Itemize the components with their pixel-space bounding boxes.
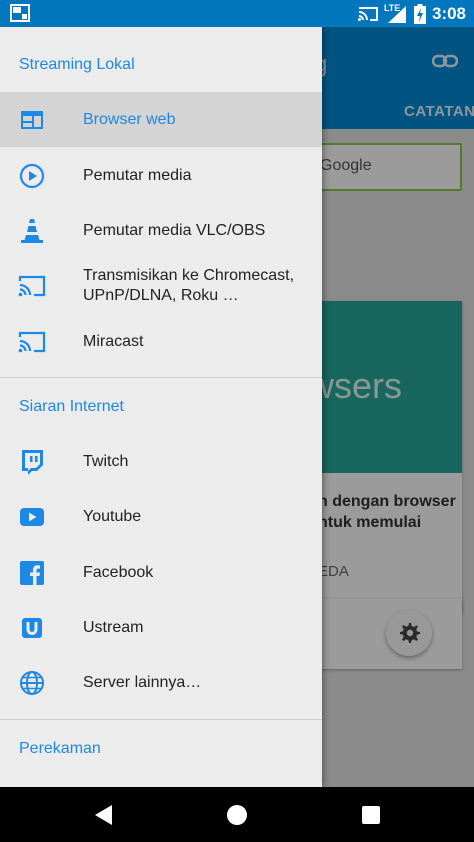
clock: 3:08 bbox=[431, 3, 466, 23]
drawer-item-label: Pemutar media VLC/OBS bbox=[83, 221, 266, 239]
globe-icon bbox=[18, 669, 46, 697]
section-divider bbox=[0, 377, 322, 378]
home-icon[interactable] bbox=[226, 804, 248, 826]
facebook-icon bbox=[18, 559, 46, 587]
drawer-item-label: Miracast bbox=[83, 332, 144, 350]
screen-mirror-icon bbox=[10, 4, 30, 22]
status-bar: LTE 3:08 bbox=[0, 0, 474, 27]
play-circle-icon bbox=[18, 162, 46, 190]
system-nav-bar bbox=[0, 787, 474, 842]
drawer-item-label: Pemutar media bbox=[83, 166, 192, 184]
drawer-item-label: Server lainnya… bbox=[83, 673, 202, 691]
drawer-item-vlc-obs[interactable]: Pemutar media VLC/OBS bbox=[0, 203, 322, 258]
section-header-perekaman: Perekaman bbox=[19, 740, 101, 757]
section-divider bbox=[0, 719, 322, 720]
cast-icon bbox=[18, 328, 46, 356]
drawer-item-label: Youtube bbox=[83, 507, 142, 525]
drawer-item-miracast[interactable]: Miracast bbox=[0, 314, 322, 369]
signal-icon: LTE bbox=[384, 3, 408, 24]
cast-icon bbox=[357, 6, 378, 21]
drawer-item-twitch[interactable]: Twitch bbox=[0, 434, 322, 489]
ustream-icon bbox=[18, 614, 46, 642]
section-header-streaming-lokal: Streaming Lokal bbox=[19, 56, 135, 73]
drawer-item-label: Browser web bbox=[83, 110, 176, 128]
cast-icon bbox=[18, 272, 46, 300]
drawer-item-label: Transmisikan ke Chromecast, UPnP/DLNA, R… bbox=[83, 267, 295, 304]
drawer-item-pemutar-media[interactable]: Pemutar media bbox=[0, 148, 322, 203]
drawer-item-label: Twitch bbox=[83, 452, 129, 470]
back-icon[interactable] bbox=[94, 804, 114, 826]
battery-icon bbox=[413, 3, 426, 24]
vlc-cone-icon bbox=[18, 217, 46, 245]
youtube-icon bbox=[18, 503, 46, 531]
drawer-item-server-lainnya[interactable]: Server lainnya… bbox=[0, 655, 322, 710]
twitch-icon bbox=[18, 448, 46, 476]
recents-icon[interactable] bbox=[361, 805, 381, 825]
browser-icon bbox=[18, 106, 46, 134]
drawer-item-label: Facebook bbox=[83, 563, 154, 581]
drawer-item-label: Ustream bbox=[83, 618, 144, 636]
drawer-item-facebook[interactable]: Facebook bbox=[0, 545, 322, 600]
drawer-item-ustream[interactable]: Ustream bbox=[0, 600, 322, 655]
section-header-siaran-internet: Siaran Internet bbox=[19, 398, 124, 415]
drawer-item-transmisikan[interactable]: Transmisikan ke Chromecast, UPnP/DLNA, R… bbox=[0, 258, 322, 314]
drawer-item-youtube[interactable]: Youtube bbox=[0, 489, 322, 544]
drawer-item-browser-web[interactable]: Browser web bbox=[0, 92, 322, 147]
navigation-drawer: Streaming Lokal Browser web Pemutar medi… bbox=[0, 27, 322, 787]
